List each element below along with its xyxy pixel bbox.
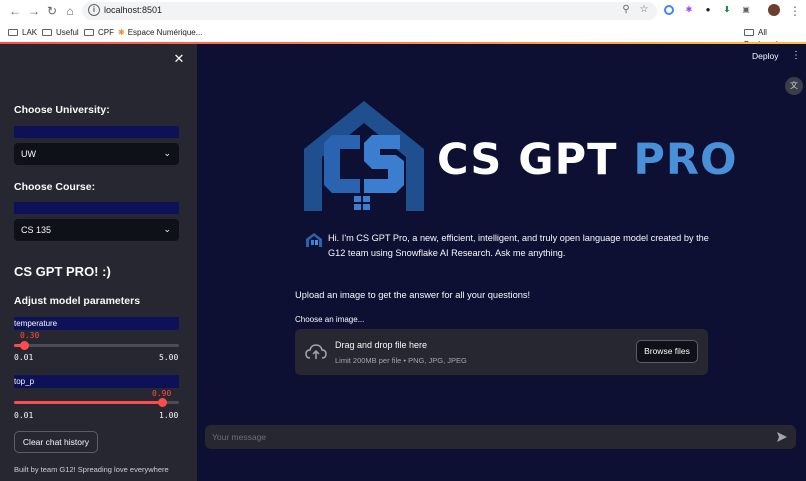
top-p-min: 0.01 [14,411,34,420]
temperature-min: 0.01 [14,353,34,362]
top-p-value: 0.90 [152,389,172,398]
course-value: CS 135 [21,225,52,235]
extensions-puzzle-icon[interactable]: ▣ [740,4,752,16]
reload-icon[interactable]: ↻ [45,4,59,18]
bookmarks-bar: LAK Useful CPF ❋ Espace Numérique... All … [0,24,806,49]
address-bar[interactable] [82,2,657,20]
translate-icon[interactable]: 文 [785,77,803,95]
main-area: Deploy ⋮ 文 CS GPT PRO Hi. I'm CS GPT Pro… [197,44,806,481]
site-favicon-icon: ❋ [118,28,125,37]
brand-title-white: CS GPT [437,135,634,185]
send-icon[interactable] [776,431,788,443]
extension-slack-icon[interactable]: ✱ [683,4,695,16]
cs-logo [304,101,424,211]
temperature-slider[interactable] [14,341,179,350]
folder-icon [84,29,94,36]
cloud-upload-icon [305,344,327,359]
bookmark-folder-lak[interactable]: LAK [8,27,37,39]
zoom-icon[interactable]: ⚲ [620,4,632,16]
site-info-icon[interactable]: i [88,4,100,16]
top-p-max: 1.00 [159,411,179,420]
browse-files-button[interactable]: Browse files [636,340,698,363]
close-sidebar-icon[interactable]: ✕ [173,52,185,65]
chat-input[interactable]: Your message [205,425,796,449]
bookmark-star-icon[interactable]: ☆ [638,4,650,16]
all-bookmarks[interactable]: All Bookmarks [744,27,806,49]
university-highlight [14,126,179,138]
choose-image-label: Choose an image... [295,315,365,324]
extension-download-icon[interactable]: ⬇ [721,4,733,16]
home-icon[interactable]: ⌂ [63,4,77,18]
top-p-slider-thumb[interactable] [158,398,167,407]
chevron-down-icon: ⌄ [163,148,171,158]
sidebar-title: CS GPT PRO! :) [14,264,111,279]
upload-heading: Upload an image to get the answer for al… [295,290,531,300]
course-label: Choose Course: [14,181,96,193]
bookmark-espace-numerique[interactable]: ❋ Espace Numérique... [118,27,202,39]
assistant-avatar-icon [306,233,322,247]
brand-title: CS GPT PRO [437,135,738,185]
extension-google-icon[interactable] [664,5,674,15]
back-icon[interactable]: ← [8,4,22,18]
top-p-slider-fill [14,401,162,404]
top-p-label-bg [14,375,179,388]
temperature-max: 5.00 [159,353,179,362]
folder-icon [42,29,52,36]
params-heading: Adjust model parameters [14,295,141,307]
browser-menu-icon[interactable]: ⋮ [788,4,802,18]
course-select[interactable]: CS 135 ⌄ [14,219,179,241]
app-menu-icon[interactable]: ⋮ [791,50,801,61]
deploy-button[interactable]: Deploy [752,51,778,61]
bookmark-folder-cpf[interactable]: CPF [84,27,114,39]
chat-input-placeholder: Your message [212,432,267,442]
university-label: Choose University: [14,104,110,116]
university-value: UW [21,149,36,159]
course-highlight [14,202,179,214]
clear-chat-button[interactable]: Clear chat history [14,431,98,453]
extension-mask-icon[interactable]: ● [702,4,714,16]
url-text[interactable]: localhost:8501 [104,5,162,15]
top-p-label: top_p [14,377,35,386]
temperature-label: temperature [14,319,58,328]
folder-icon [744,29,754,36]
top-p-slider[interactable] [14,398,179,407]
bookmark-folder-useful[interactable]: Useful [42,27,79,39]
chevron-down-icon: ⌄ [163,224,171,234]
temperature-slider-thumb[interactable] [20,341,29,350]
file-dropzone[interactable]: Drag and drop file here Limit 200MB per … [295,329,708,375]
dropzone-limits: Limit 200MB per file • PNG, JPG, JPEG [335,356,467,365]
university-select[interactable]: UW ⌄ [14,143,179,165]
temperature-value: 0.30 [20,331,40,340]
folder-icon [8,29,18,36]
profile-avatar[interactable] [768,4,780,16]
forward-icon[interactable]: → [27,4,41,18]
dropzone-title: Drag and drop file here [335,340,428,350]
sidebar: ✕ Choose University: UW ⌄ Choose Course:… [0,44,197,481]
brand-title-blue: PRO [633,135,738,185]
browser-chrome: ← → ↻ ⌂ i localhost:8501 ⚲ ☆ ✱ ● ⬇ ▣ ⋮ L… [0,0,806,49]
assistant-intro-message: Hi. I'm CS GPT Pro, a new, efficient, in… [328,233,709,258]
sidebar-footer: Built by team G12! Spreading love everyw… [14,465,169,474]
